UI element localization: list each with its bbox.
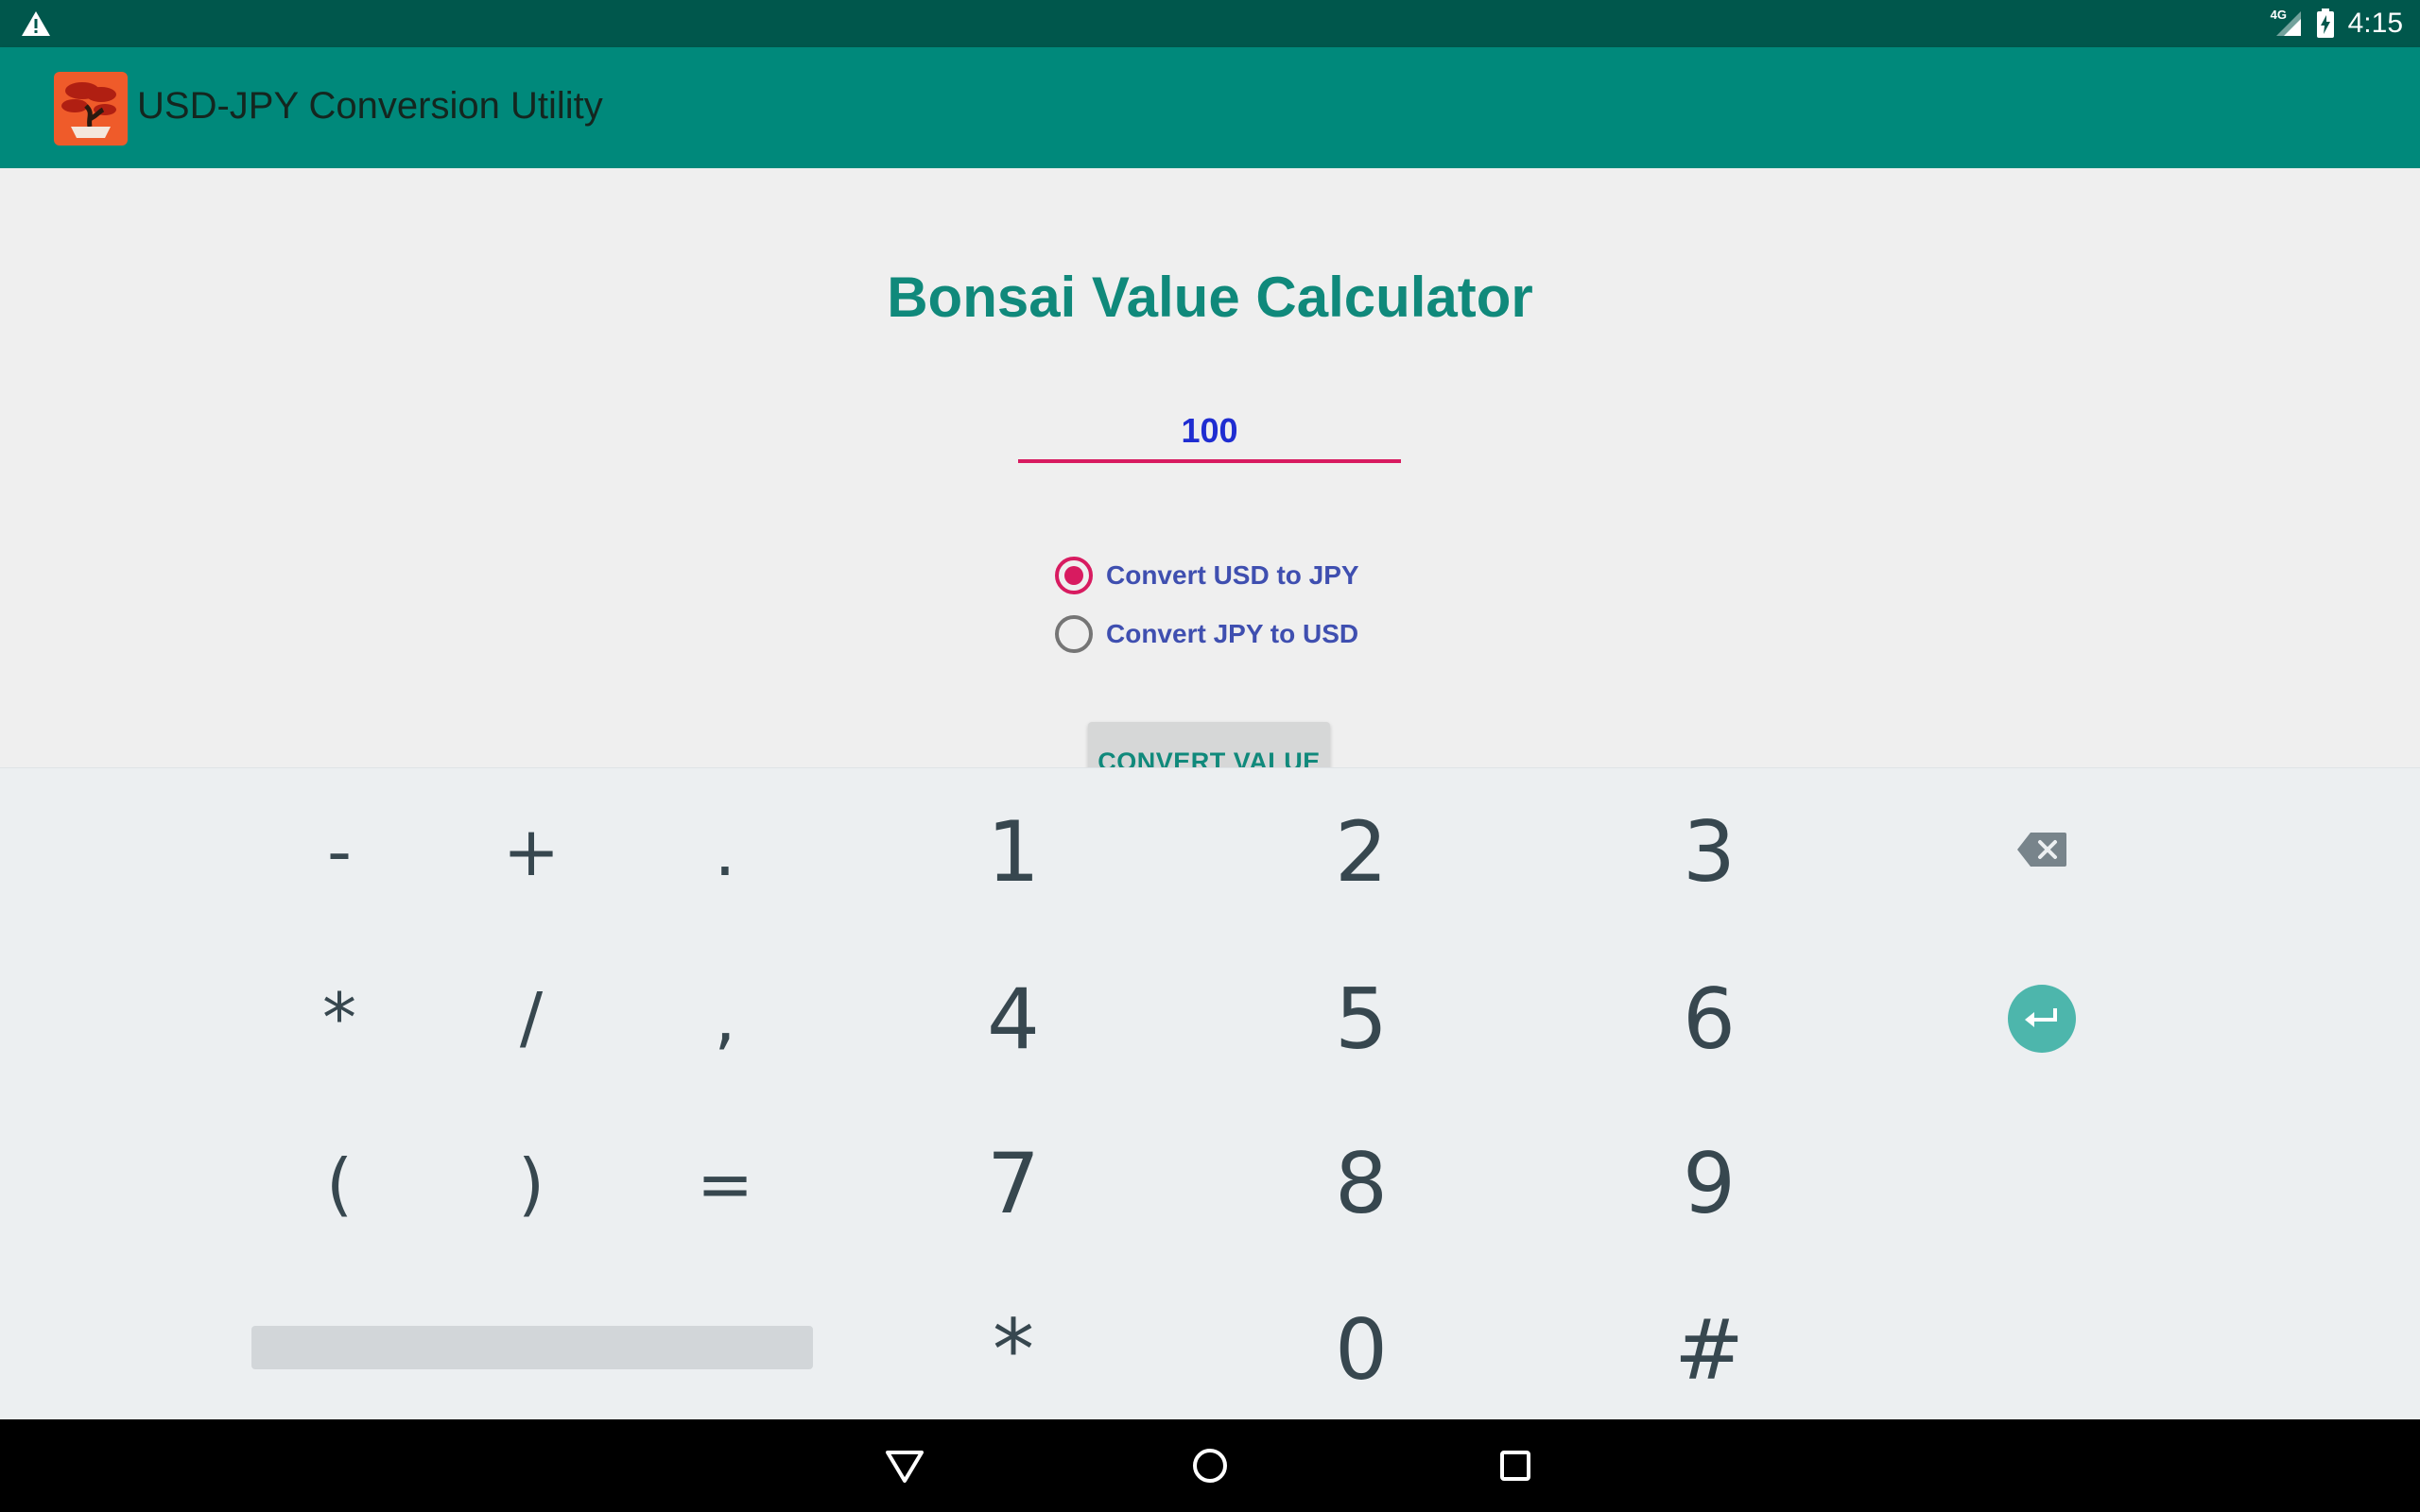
- backspace-icon: [2017, 833, 2066, 867]
- radio-unchecked-icon[interactable]: [1055, 615, 1093, 653]
- key-slash[interactable]: /: [465, 952, 597, 1084]
- main-content: Bonsai Value Calculator Convert USD to J…: [0, 168, 2420, 798]
- key-7[interactable]: 7: [919, 1112, 1108, 1254]
- key-hash[interactable]: #: [1615, 1279, 1804, 1420]
- backspace-key[interactable]: [2015, 829, 2068, 870]
- radio-label: Convert USD to JPY: [1106, 560, 1359, 590]
- signal-icon: 4G: [2271, 8, 2303, 38]
- key-2[interactable]: 2: [1267, 781, 1456, 922]
- key-1[interactable]: 1: [919, 781, 1108, 922]
- page-title: Bonsai Value Calculator: [887, 266, 1533, 329]
- key-9[interactable]: 9: [1615, 1112, 1804, 1254]
- space-bar[interactable]: [251, 1326, 813, 1369]
- key-minus[interactable]: -: [273, 785, 406, 918]
- radio-checked-icon[interactable]: [1055, 557, 1093, 594]
- key-equals[interactable]: =: [659, 1118, 791, 1250]
- key-5[interactable]: 5: [1267, 948, 1456, 1090]
- enter-icon: [2025, 1008, 2057, 1027]
- status-bar: 4G 4:15: [0, 0, 2420, 47]
- navigation-bar: [0, 1419, 2420, 1512]
- key-3[interactable]: 3: [1615, 781, 1804, 922]
- radio-usd-to-jpy[interactable]: Convert USD to JPY: [1055, 546, 1359, 605]
- key-8[interactable]: 8: [1267, 1112, 1456, 1254]
- back-button[interactable]: [881, 1442, 928, 1489]
- key-star[interactable]: *: [919, 1279, 1108, 1420]
- key-comma[interactable]: ,: [659, 952, 791, 1084]
- home-button[interactable]: [1186, 1442, 1234, 1489]
- battery-charging-icon: [2316, 9, 2334, 38]
- radio-label: Convert JPY to USD: [1106, 619, 1359, 648]
- amount-input[interactable]: [1018, 403, 1401, 463]
- radio-jpy-to-usd[interactable]: Convert JPY to USD: [1055, 605, 1359, 663]
- key-asterisk[interactable]: *: [273, 952, 406, 1084]
- key-6[interactable]: 6: [1615, 948, 1804, 1090]
- key-close-paren[interactable]: ): [465, 1118, 597, 1250]
- bonsai-logo-icon: [54, 72, 128, 146]
- status-icons: 4G 4:15: [2271, 0, 2403, 47]
- key-period[interactable]: .: [659, 785, 791, 918]
- key-4[interactable]: 4: [919, 948, 1108, 1090]
- recents-icon: [1500, 1451, 1530, 1481]
- key-open-paren[interactable]: (: [273, 1118, 406, 1250]
- numeric-keyboard: - + . * / , ( ) = 1 2 3 4 5 6 7 8 9 * 0 …: [0, 767, 2420, 1419]
- key-plus[interactable]: +: [465, 785, 597, 918]
- key-0[interactable]: 0: [1267, 1279, 1456, 1420]
- conversion-radio-group: Convert USD to JPY Convert JPY to USD: [1055, 546, 1359, 663]
- warning-icon: [22, 11, 50, 36]
- back-icon: [886, 1451, 924, 1483]
- app-bar: USD-JPY Conversion Utility: [0, 47, 2420, 168]
- enter-key[interactable]: [2008, 985, 2076, 1053]
- home-icon: [1193, 1449, 1227, 1483]
- app-title: USD-JPY Conversion Utility: [137, 85, 603, 127]
- recents-button[interactable]: [1492, 1442, 1539, 1489]
- status-time: 4:15: [2347, 8, 2403, 39]
